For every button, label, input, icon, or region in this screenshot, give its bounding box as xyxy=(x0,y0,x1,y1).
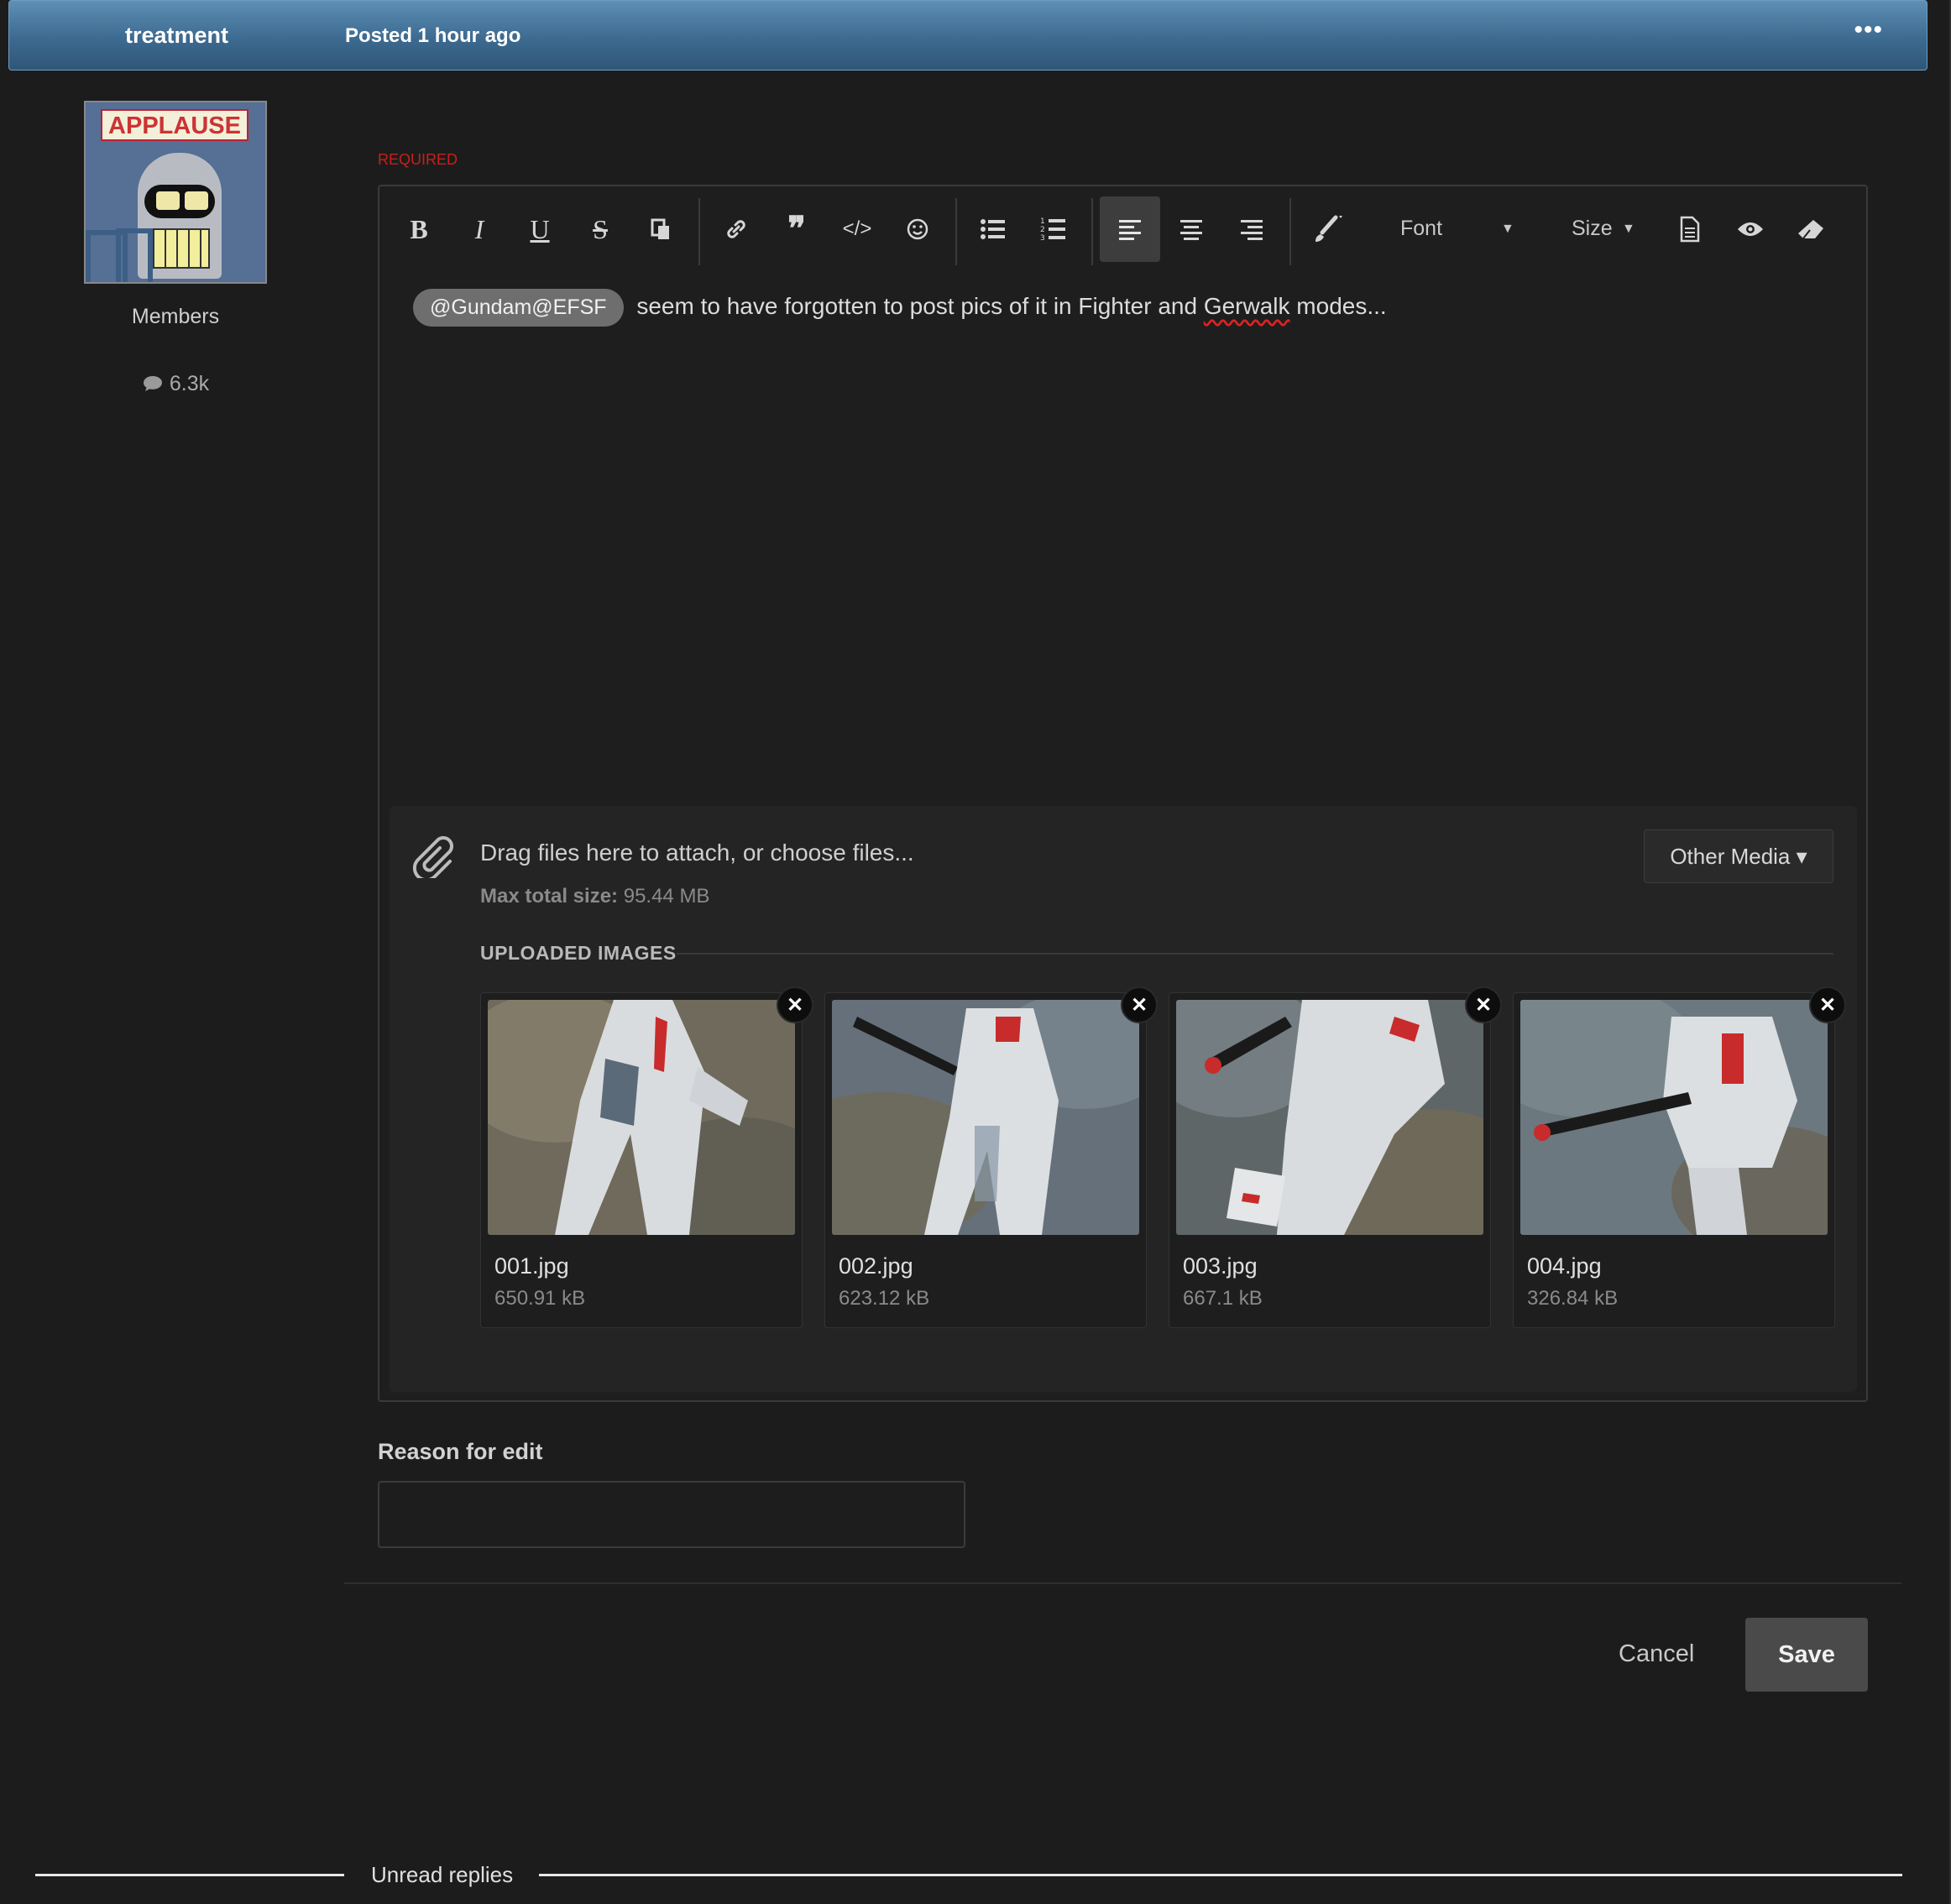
size-dropdown-caret-icon[interactable]: ▼ xyxy=(1622,222,1635,237)
numbered-list-icon[interactable]: 123 xyxy=(1024,196,1083,262)
cancel-button[interactable]: Cancel xyxy=(1619,1640,1694,1668)
avatar-badge xyxy=(116,228,153,282)
eraser-icon[interactable] xyxy=(1781,196,1840,262)
image-filesize: 667.1 kB xyxy=(1183,1287,1263,1310)
paste-icon[interactable] xyxy=(631,196,690,262)
max-size-text: Max total size: 95.44 MB xyxy=(480,885,709,908)
reason-for-edit-input[interactable] xyxy=(378,1481,965,1548)
user-mention[interactable]: @Gundam@EFSF xyxy=(413,289,624,327)
remove-image-button[interactable]: ✕ xyxy=(777,986,813,1023)
preview-eye-icon[interactable] xyxy=(1721,196,1780,262)
code-icon[interactable]: </> xyxy=(828,196,887,262)
post-count-value: 6.3k xyxy=(169,372,210,395)
text-color-brush-icon[interactable] xyxy=(1300,196,1358,262)
uploaded-image-card[interactable]: 003.jpg 667.1 kB ✕ xyxy=(1169,986,1502,1328)
align-right-icon[interactable] xyxy=(1222,196,1281,262)
paperclip-icon xyxy=(411,831,455,889)
section-divider xyxy=(677,953,1833,955)
image-thumbnail[interactable] xyxy=(832,1000,1139,1235)
toolbar-separator xyxy=(698,198,700,265)
author-name[interactable]: treatment xyxy=(125,23,228,49)
posted-time: Posted 1 hour ago xyxy=(345,24,521,47)
more-options-icon[interactable]: ••• xyxy=(1854,16,1883,44)
drag-drop-text[interactable]: Drag files here to attach, or choose fil… xyxy=(480,840,914,866)
image-filesize: 623.12 kB xyxy=(839,1287,930,1310)
image-filename: 004.jpg xyxy=(1527,1253,1602,1279)
font-dropdown[interactable]: Font xyxy=(1400,217,1442,241)
italic-button[interactable]: I xyxy=(450,196,509,262)
align-center-icon[interactable] xyxy=(1162,196,1221,262)
unread-divider-line xyxy=(35,1874,344,1876)
unread-divider-line xyxy=(539,1874,1902,1876)
save-button[interactable]: Save xyxy=(1745,1618,1868,1692)
misspelled-word: Gerwalk xyxy=(1203,293,1290,319)
remove-image-button[interactable]: ✕ xyxy=(1121,986,1158,1023)
toolbar-separator xyxy=(955,198,957,265)
underline-button[interactable]: U xyxy=(510,196,569,262)
content-text: seem to have forgotten to post pics of i… xyxy=(630,293,1204,319)
bold-button[interactable]: B xyxy=(390,196,448,262)
document-source-icon[interactable] xyxy=(1661,196,1719,262)
image-filesize: 326.84 kB xyxy=(1527,1287,1619,1310)
image-filename: 002.jpg xyxy=(839,1253,913,1279)
uploaded-images-heading: UPLOADED IMAGES xyxy=(480,942,677,964)
svg-text:3: 3 xyxy=(1040,234,1045,242)
remove-image-button[interactable]: ✕ xyxy=(1809,986,1846,1023)
image-thumbnail[interactable] xyxy=(1520,1000,1828,1235)
uploaded-image-card[interactable]: 002.jpg 623.12 kB ✕ xyxy=(824,986,1158,1328)
other-media-button[interactable]: Other Media ▾ xyxy=(1644,829,1833,883)
svg-text:1: 1 xyxy=(1040,217,1045,226)
remove-image-button[interactable]: ✕ xyxy=(1465,986,1502,1023)
avatar-applause-sign: APPLAUSE xyxy=(101,109,248,141)
avatar-eye xyxy=(156,191,180,210)
size-dropdown[interactable]: Size xyxy=(1572,217,1613,241)
editor-content[interactable]: @Gundam@EFSF seem to have forgotten to p… xyxy=(413,289,1387,327)
avatar-eye xyxy=(185,191,208,210)
image-filesize: 650.91 kB xyxy=(494,1287,586,1310)
editor-toolbar: B I U S ❞ </> 123 Font ▼ Size ▼ xyxy=(379,186,1866,287)
uploaded-image-card[interactable]: 001.jpg 650.91 kB ✕ xyxy=(480,986,813,1328)
post-header: treatment Posted 1 hour ago ••• xyxy=(8,0,1927,71)
attachment-area[interactable]: Drag files here to attach, or choose fil… xyxy=(390,806,1857,1392)
post-count: 6.3k xyxy=(84,372,267,396)
form-divider xyxy=(344,1582,1901,1584)
emoji-icon[interactable] xyxy=(888,196,947,262)
toolbar-separator xyxy=(1091,198,1093,265)
member-group: Members xyxy=(131,305,220,328)
max-size-label: Max total size: xyxy=(480,885,619,908)
content-text: modes... xyxy=(1289,293,1387,319)
align-left-icon[interactable] xyxy=(1100,196,1160,262)
required-label: REQUIRED xyxy=(378,151,458,168)
quote-icon[interactable]: ❞ xyxy=(767,196,826,262)
reason-for-edit-label: Reason for edit xyxy=(378,1439,543,1464)
avatar-mouth xyxy=(153,228,210,269)
rich-text-editor[interactable]: B I U S ❞ </> 123 Font ▼ Size ▼ @Gundam@… xyxy=(378,185,1868,1402)
image-thumbnail[interactable] xyxy=(488,1000,795,1235)
toolbar-separator xyxy=(1289,198,1291,265)
svg-text:2: 2 xyxy=(1040,226,1045,234)
image-thumbnail[interactable] xyxy=(1176,1000,1483,1235)
uploaded-image-card[interactable]: 004.jpg 326.84 kB ✕ xyxy=(1513,986,1846,1328)
unread-replies-label[interactable]: Unread replies xyxy=(371,1862,513,1888)
image-filename: 001.jpg xyxy=(494,1253,569,1279)
avatar[interactable]: APPLAUSE xyxy=(84,101,267,284)
max-size-value: 95.44 MB xyxy=(618,885,710,908)
font-dropdown-caret-icon[interactable]: ▼ xyxy=(1501,222,1514,237)
speech-bubble-icon xyxy=(142,372,170,395)
strikethrough-button[interactable]: S xyxy=(571,196,630,262)
bulleted-list-icon[interactable] xyxy=(964,196,1023,262)
link-icon[interactable] xyxy=(707,196,766,262)
image-filename: 003.jpg xyxy=(1183,1253,1258,1279)
